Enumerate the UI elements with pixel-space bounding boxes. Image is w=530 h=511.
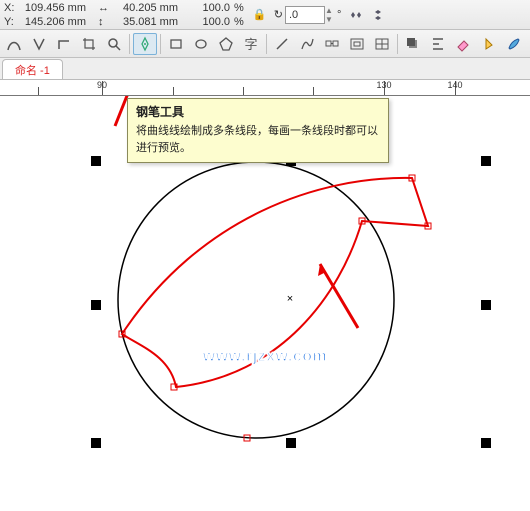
brush-tool-icon[interactable] xyxy=(501,33,525,55)
degree-symbol: ° xyxy=(337,9,341,21)
align-tool-icon[interactable] xyxy=(426,33,450,55)
width-icon: ↔ xyxy=(98,1,112,15)
percent-y: % xyxy=(234,15,244,29)
pen-tool-icon[interactable] xyxy=(133,33,157,55)
selection-handle[interactable] xyxy=(91,300,101,310)
rotation-spinner[interactable]: ▲▼ xyxy=(325,6,337,24)
selection-handle[interactable] xyxy=(91,156,101,166)
pen-tool-tooltip: 钢笔工具 将曲线线绘制成多条线段，每画一条线段时都可以进行预览。 xyxy=(127,98,389,163)
y-value[interactable]: 145.206 mm xyxy=(18,15,90,29)
separator xyxy=(397,34,398,54)
spline-tool-icon[interactable] xyxy=(295,33,319,55)
tooltip-body: 将曲线线绘制成多条线段，每画一条线段时都可以进行预览。 xyxy=(136,123,380,157)
separator xyxy=(266,34,267,54)
selection-center: × xyxy=(287,293,293,305)
corner-tool-icon[interactable] xyxy=(52,33,76,55)
x-label: X: xyxy=(4,1,18,15)
mirror-group xyxy=(347,6,387,24)
rotate-icon: ↻ xyxy=(274,8,283,21)
ruler-tick-label: 140 xyxy=(447,80,462,90)
zoom-tool-icon[interactable] xyxy=(102,33,126,55)
height-icon: ↕ xyxy=(98,15,112,29)
connect-tool-icon[interactable] xyxy=(320,33,344,55)
scale-group: 100.0 % 100.0 % xyxy=(188,1,244,29)
crop-tool-icon[interactable] xyxy=(77,33,101,55)
ruler-tick-label: 90 xyxy=(97,80,107,90)
shadow-tool-icon[interactable] xyxy=(401,33,425,55)
container-tool-icon[interactable] xyxy=(345,33,369,55)
rotation-group: ↻ .0 ▲▼ ° xyxy=(274,4,342,26)
selection-handle[interactable] xyxy=(286,438,296,448)
fill-tool-icon[interactable] xyxy=(476,33,500,55)
text-tool-icon[interactable]: 字 xyxy=(239,33,263,55)
rectangle-tool-icon[interactable] xyxy=(164,33,188,55)
property-bar: X: 109.456 mm Y: 145.206 mm ↔ 40.205 mm … xyxy=(0,0,530,30)
x-value[interactable]: 109.456 mm xyxy=(18,1,90,15)
mirror-horizontal-icon[interactable] xyxy=(347,6,365,24)
position-group: X: 109.456 mm Y: 145.206 mm xyxy=(4,1,90,29)
drawing-toolbar: 字 xyxy=(0,30,530,58)
line-tool-icon[interactable] xyxy=(270,33,294,55)
y-label: Y: xyxy=(4,15,18,29)
selection-handle[interactable] xyxy=(481,300,491,310)
percent-x: % xyxy=(234,1,244,15)
watermark-text: www.rjzxw.com xyxy=(203,348,327,366)
document-tab[interactable]: 命名 -1 xyxy=(2,59,63,79)
canvas[interactable]: 钢笔工具 将曲线线绘制成多条线段，每画一条线段时都可以进行预览。 × www. xyxy=(0,96,530,511)
scale-x-value[interactable]: 100.0 xyxy=(188,1,234,15)
separator xyxy=(160,34,161,54)
horizontal-ruler: 90 130 140 xyxy=(0,80,530,96)
width-value[interactable]: 40.205 mm xyxy=(112,1,180,15)
annotation-arrow-2 xyxy=(318,264,358,328)
height-value[interactable]: 35.081 mm xyxy=(112,15,180,29)
handle-tool-icon[interactable] xyxy=(27,33,51,55)
eraser-tool-icon[interactable] xyxy=(451,33,475,55)
rotation-value[interactable]: .0 xyxy=(285,6,325,24)
selection-handle[interactable] xyxy=(91,438,101,448)
document-tabs: 命名 -1 xyxy=(0,58,530,80)
lock-aspect-icon[interactable]: 🔒 xyxy=(252,8,268,21)
grid-tool-icon[interactable] xyxy=(370,33,394,55)
selection-handle[interactable] xyxy=(481,156,491,166)
tooltip-title: 钢笔工具 xyxy=(136,104,380,121)
separator xyxy=(129,34,130,54)
curve-tool-icon[interactable] xyxy=(2,33,26,55)
selection-handle[interactable] xyxy=(481,438,491,448)
mirror-vertical-icon[interactable] xyxy=(369,6,387,24)
size-group: ↔ 40.205 mm ↕ 35.081 mm xyxy=(98,1,180,29)
scale-y-value[interactable]: 100.0 xyxy=(188,15,234,29)
polygon-tool-icon[interactable] xyxy=(214,33,238,55)
circle-shape xyxy=(118,162,394,438)
ellipse-tool-icon[interactable] xyxy=(189,33,213,55)
ruler-tick-label: 130 xyxy=(376,80,391,90)
